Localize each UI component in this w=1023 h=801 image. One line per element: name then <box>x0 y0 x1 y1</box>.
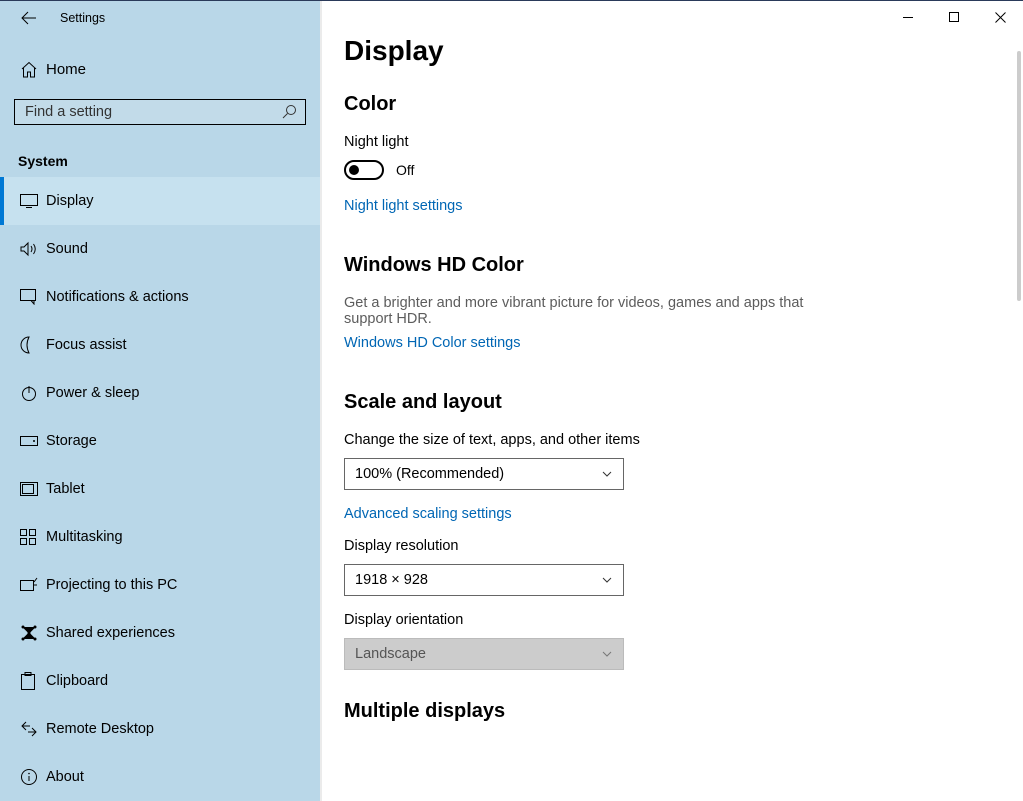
chevron-down-icon <box>601 468 613 480</box>
sidebar-item-label: Tablet <box>46 481 85 497</box>
page-title: Display <box>344 35 995 67</box>
sidebar-item-label: Sound <box>46 241 88 257</box>
hd-color-description: Get a brighter and more vibrant picture … <box>344 295 844 327</box>
sidebar-item-projecting[interactable]: Projecting to this PC <box>0 561 320 609</box>
sidebar-item-label: Clipboard <box>46 673 108 689</box>
sidebar-item-label: Power & sleep <box>46 385 140 401</box>
advanced-scaling-link[interactable]: Advanced scaling settings <box>344 506 995 522</box>
section-color: Color <box>344 93 995 116</box>
sidebar-item-display[interactable]: Display <box>0 177 320 225</box>
sidebar-item-label: Shared experiences <box>46 625 175 641</box>
sidebar-item-remote[interactable]: Remote Desktop <box>0 705 320 753</box>
sidebar-item-label: Multitasking <box>46 529 123 545</box>
search-icon <box>281 104 297 120</box>
night-light-state: Off <box>396 162 414 178</box>
scale-size-label: Change the size of text, apps, and other… <box>344 432 995 448</box>
section-hd-color: Windows HD Color <box>344 254 995 277</box>
sidebar-item-tablet[interactable]: Tablet <box>0 465 320 513</box>
main-content: Display Color Night light Off Night ligh… <box>320 1 1023 801</box>
resolution-value: 1918 × 928 <box>355 572 428 588</box>
search-box[interactable] <box>14 99 306 125</box>
scale-size-dropdown[interactable]: 100% (Recommended) <box>344 458 624 490</box>
sidebar-item-about[interactable]: About <box>0 753 320 801</box>
back-button[interactable] <box>12 1 46 35</box>
sidebar: Settings Home System Display <box>0 1 320 801</box>
home-label: Home <box>46 61 86 78</box>
chevron-down-icon <box>601 574 613 586</box>
sidebar-item-label: Notifications & actions <box>46 289 189 305</box>
sidebar-item-label: Storage <box>46 433 97 449</box>
remote-icon <box>20 720 38 738</box>
night-light-label: Night light <box>344 134 995 150</box>
resolution-label: Display resolution <box>344 538 995 554</box>
back-arrow-icon <box>21 10 37 26</box>
chevron-down-icon <box>601 648 613 660</box>
storage-icon <box>20 436 38 446</box>
orientation-value: Landscape <box>355 646 426 662</box>
sidebar-item-label: Display <box>46 193 94 209</box>
scale-size-value: 100% (Recommended) <box>355 466 504 482</box>
sidebar-item-power[interactable]: Power & sleep <box>0 369 320 417</box>
orientation-label: Display orientation <box>344 612 995 628</box>
notifications-icon <box>20 289 38 305</box>
hd-color-settings-link[interactable]: Windows HD Color settings <box>344 335 995 351</box>
sound-icon <box>20 241 38 257</box>
resolution-dropdown[interactable]: 1918 × 928 <box>344 564 624 596</box>
orientation-dropdown: Landscape <box>344 638 624 670</box>
sidebar-item-sound[interactable]: Sound <box>0 225 320 273</box>
section-multiple-displays: Multiple displays <box>344 700 995 723</box>
sidebar-item-clipboard[interactable]: Clipboard <box>0 657 320 705</box>
about-icon <box>20 768 38 786</box>
multitasking-icon <box>20 529 38 545</box>
scrollbar[interactable] <box>1017 51 1021 301</box>
sidebar-item-label: Focus assist <box>46 337 127 353</box>
sidebar-item-storage[interactable]: Storage <box>0 417 320 465</box>
window-title: Settings <box>60 11 105 25</box>
sidebar-item-label: Projecting to this PC <box>46 577 177 593</box>
sidebar-item-multitasking[interactable]: Multitasking <box>0 513 320 561</box>
clipboard-icon <box>20 672 36 690</box>
projecting-icon <box>20 577 38 593</box>
display-icon <box>20 194 38 208</box>
sidebar-item-shared[interactable]: Shared experiences <box>0 609 320 657</box>
sidebar-nav: Display Sound Notifications & actions Fo… <box>0 177 320 801</box>
sidebar-item-focus[interactable]: Focus assist <box>0 321 320 369</box>
focus-icon <box>20 336 38 354</box>
sidebar-section-header: System <box>18 153 320 169</box>
sidebar-item-label: About <box>46 769 84 785</box>
sidebar-home[interactable]: Home <box>0 53 320 87</box>
sidebar-item-label: Remote Desktop <box>46 721 154 737</box>
sidebar-item-notifications[interactable]: Notifications & actions <box>0 273 320 321</box>
power-icon <box>20 384 38 402</box>
tablet-icon <box>20 482 38 496</box>
night-light-toggle[interactable] <box>344 160 384 180</box>
search-input[interactable] <box>23 103 281 121</box>
shared-icon <box>20 624 38 642</box>
home-icon <box>20 61 38 79</box>
night-light-settings-link[interactable]: Night light settings <box>344 198 995 214</box>
section-scale: Scale and layout <box>344 391 995 414</box>
